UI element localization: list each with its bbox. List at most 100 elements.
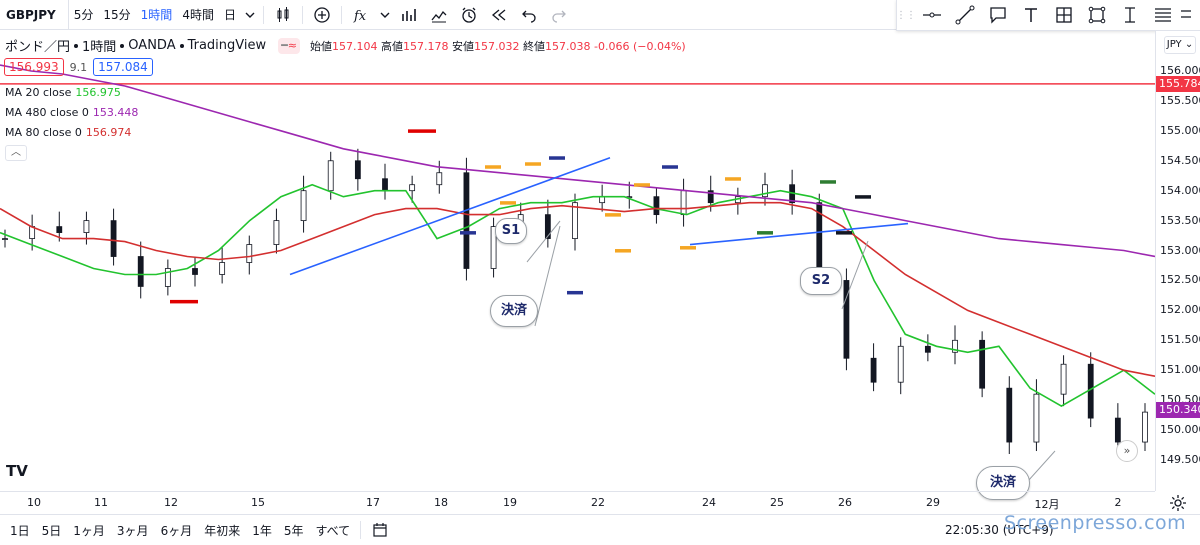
time-axis[interactable]: 10 11 12 15 17 18 19 22 24 25 26 29 12月 2 — [0, 491, 1155, 513]
range-1m[interactable]: 1ヶ月 — [67, 522, 111, 539]
templates-bar-chart-icon[interactable] — [394, 0, 424, 30]
indicators-chevron-icon[interactable] — [376, 0, 394, 30]
alert-clock-icon[interactable] — [454, 0, 484, 30]
range-ytd[interactable]: 年初来 — [198, 522, 246, 539]
dash-icon: ━ — [281, 39, 288, 52]
candle-body — [137, 256, 144, 287]
collapse-legend-chevron-icon[interactable]: ︿ — [5, 145, 27, 161]
candle-body — [1006, 387, 1013, 443]
strategy-chart-icon[interactable] — [424, 0, 454, 30]
rectangle-tool-icon[interactable] — [1080, 0, 1113, 30]
price-tick-label: 149.500 — [1160, 453, 1200, 466]
indicator-ma80[interactable]: MA 80 close 0 156.974 — [5, 126, 131, 139]
separator — [301, 5, 303, 24]
price-tag: 150.340 — [1156, 401, 1200, 418]
candle-body — [979, 339, 986, 389]
time-tick-label: 29 — [926, 496, 940, 509]
separator — [340, 5, 342, 24]
price-tick-label: 155.500 — [1160, 93, 1200, 107]
currency-selector[interactable]: JPY ⌄ — [1164, 36, 1196, 54]
candle-body — [1060, 363, 1067, 395]
candle-body — [192, 268, 198, 275]
price-tick-label: 155.000 — [1160, 123, 1200, 137]
tradingview-logo[interactable]: 𝗧𝗩 — [6, 462, 28, 480]
price-tick-label: 153.000 — [1160, 243, 1200, 257]
price-tick-label: 151.000 — [1160, 363, 1200, 377]
time-tick-label: 12月 — [1034, 498, 1060, 511]
callout-tool-icon[interactable] — [981, 0, 1014, 30]
signal-marker — [525, 162, 541, 166]
candle-body — [56, 226, 63, 233]
time-tick-label: 24 — [702, 496, 716, 509]
legend-broker: OANDA — [128, 38, 176, 53]
signal-marker — [662, 165, 678, 169]
trendline-1 — [289, 157, 611, 276]
text-tool-icon[interactable] — [1014, 0, 1047, 30]
time-tick-label: 15 — [251, 496, 265, 509]
candle-body — [327, 160, 334, 192]
price-tick-label: 152.000 — [1160, 303, 1200, 317]
range-5y[interactable]: 5年 — [278, 522, 310, 539]
chart-settings-gear-icon[interactable] — [1168, 493, 1188, 513]
callout-settle-1[interactable]: 決済 — [490, 295, 538, 327]
trend-line-tool-icon[interactable] — [948, 0, 981, 30]
indicators-fx-icon[interactable]: fx — [346, 0, 376, 30]
candle-body — [246, 244, 253, 263]
interval-5m[interactable]: 5分 — [69, 0, 99, 30]
callout-s1[interactable]: S1 — [495, 218, 527, 244]
time-tick-label: 2 — [1114, 496, 1122, 509]
range-1y[interactable]: 1年 — [246, 522, 278, 539]
interval-4h[interactable]: 4時間 — [177, 0, 219, 30]
interval-dropdown-chevron-icon[interactable] — [241, 0, 259, 30]
candle-body — [762, 184, 768, 198]
sell-button[interactable]: 156.993 — [4, 58, 64, 76]
svg-text:fx: fx — [353, 9, 367, 24]
candle-body — [300, 190, 307, 222]
drag-handle-grip-icon[interactable]: ⋮⋮ — [896, 0, 916, 30]
candle-body — [354, 160, 361, 180]
indicator-ma480[interactable]: MA 480 close 0 153.448 — [5, 106, 138, 119]
candle-body — [436, 172, 443, 186]
chart-canvas — [0, 64, 1156, 502]
horizontal-line-tool-icon[interactable] — [915, 0, 948, 30]
range-6m[interactable]: 6ヶ月 — [155, 522, 199, 539]
fib-lines-tool-icon[interactable] — [1146, 0, 1179, 30]
callout-s2[interactable]: S2 — [800, 267, 842, 295]
vertical-line-tool-icon[interactable] — [1113, 0, 1146, 30]
signal-marker — [567, 290, 583, 295]
range-5d[interactable]: 5日 — [36, 522, 68, 539]
symbol-search-button[interactable]: GBPJPY — [0, 0, 69, 30]
price-chart[interactable] — [0, 31, 1156, 502]
signal-marker — [170, 299, 198, 304]
replay-rewind-icon[interactable] — [484, 0, 514, 30]
interval-1h[interactable]: 1時間 — [136, 0, 178, 30]
price-tick-label: 154.500 — [1160, 153, 1200, 167]
candle-body — [1033, 393, 1040, 443]
candle-body — [83, 220, 90, 233]
interval-1d[interactable]: 日 — [219, 0, 241, 30]
price-tick-label: 153.500 — [1160, 213, 1200, 227]
range-3m[interactable]: 3ヶ月 — [111, 522, 155, 539]
spread-value: 9.1 — [69, 60, 88, 74]
table-tool-icon[interactable] — [1047, 0, 1080, 30]
interval-15m[interactable]: 15分 — [98, 0, 135, 30]
price-axis[interactable]: JPY ⌄ 156.000155.500155.000154.500154.00… — [1155, 31, 1200, 491]
legend-dot — [120, 43, 125, 48]
signal-marker — [634, 183, 650, 187]
range-1d[interactable]: 1日 — [4, 522, 36, 539]
more-tools-icon[interactable] — [1179, 0, 1199, 30]
indicator-ma20[interactable]: MA 20 close 156.975 — [5, 86, 121, 99]
candle-body — [572, 202, 578, 239]
candle-body — [409, 184, 416, 192]
undo-icon[interactable] — [514, 0, 544, 30]
candlestick-icon[interactable] — [268, 0, 298, 30]
redo-icon[interactable] — [544, 0, 574, 30]
buy-button[interactable]: 157.084 — [93, 58, 153, 76]
goto-date-calendar-icon[interactable] — [365, 515, 395, 545]
range-all[interactable]: すべて — [310, 522, 357, 539]
callout-s2-pointer — [841, 240, 869, 310]
scroll-to-realtime-icon[interactable]: » — [1116, 440, 1138, 462]
time-tick-label: 26 — [838, 496, 852, 509]
market-status-pill[interactable]: ━ ≈ — [278, 37, 300, 54]
compare-plus-icon[interactable] — [307, 0, 337, 30]
